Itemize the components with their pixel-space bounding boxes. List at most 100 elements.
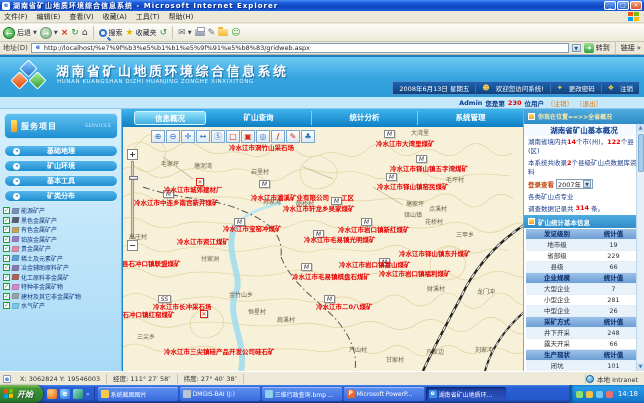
mine-marker[interactable]: M [361, 218, 372, 226]
favorites-button[interactable]: ★收藏夹 [126, 27, 157, 39]
layer-checkbox[interactable]: ✓ [3, 302, 10, 309]
map-tool-button[interactable]: ♣ [301, 130, 315, 143]
layer-checkbox[interactable]: ✓ [3, 293, 10, 300]
stop-button[interactable]: × [61, 27, 69, 39]
mine-label[interactable]: 冷水江市资江煤矿 [177, 239, 229, 246]
mine-marker[interactable]: M [259, 180, 270, 188]
mine-marker[interactable]: M [386, 173, 397, 181]
mine-marker[interactable]: M [384, 130, 395, 138]
map-canvas[interactable]: ⊕⊖✛↔Ⓢ□▣◎∕✎♣ + − MMMMMMMMMMMMSS✕✕ 毛家坪塘泥湾岩… [122, 127, 523, 371]
mine-label[interactable]: 冷水江市三尖镇硅产品开发公司硅石矿 [164, 349, 275, 356]
mine-label[interactable]: 冷水江市洞竹山采石场 [229, 145, 294, 152]
ie-launch-icon[interactable]: e [60, 389, 70, 399]
layer-checkbox[interactable]: ✓ [3, 236, 10, 243]
sidebar-category-button[interactable]: ◂ 矿山环境 [4, 160, 118, 172]
desktop-icon[interactable] [73, 389, 83, 399]
year-select[interactable]: 2007年▼ [556, 179, 593, 189]
map-tool-button[interactable]: ⊖ [166, 130, 180, 143]
mine-label[interactable]: 工区 [341, 195, 354, 202]
mine-label[interactable]: 冷水江市二0八煤矿 [316, 304, 373, 311]
layer-checkbox[interactable]: ✓ [3, 245, 10, 252]
logout-link[interactable]: 注销 [620, 83, 633, 93]
taskbar-window-button[interactable]: P Microsoft PowerP... [344, 387, 424, 401]
taskbar-window-button[interactable]: 系统截图图片 [98, 387, 178, 401]
address-dropdown[interactable]: ▼ [572, 44, 581, 52]
mine-marker[interactable]: M [324, 295, 335, 303]
mine-label[interactable]: 冷水江市轩龙乡吴家煤矿 [283, 206, 355, 213]
print-button[interactable] [195, 29, 205, 36]
admin-logout-link[interactable]: 〔注销〕 [547, 98, 573, 108]
zoom-out-button[interactable]: − [127, 240, 138, 251]
map-tool-button[interactable]: ⊕ [151, 130, 165, 143]
edit-button[interactable]: ✎ [208, 27, 216, 39]
menu-item[interactable]: 编辑(E) [37, 12, 61, 22]
mine-label[interactable]: 冷水江市大湾里煤矿 [376, 141, 435, 148]
mine-label[interactable]: 冷水江市铎山镇窑民煤矿 [377, 184, 449, 191]
mine-label[interactable]: 冷水江市毛易镇棋盘石煤矿 [292, 274, 370, 281]
network-tray-icon[interactable] [596, 391, 603, 398]
mine-label[interactable]: 冷水江市城郊建材厂 [164, 187, 223, 194]
scroll-up-arrow[interactable]: ▲ [637, 124, 644, 132]
mine-label[interactable]: 冷水江市岩口镇新红煤矿 [338, 227, 410, 234]
go-button[interactable]: ➜转到 [584, 43, 610, 53]
taskbar-window-button[interactable]: DMGIS-BAI (J:) [180, 387, 260, 401]
back-button[interactable]: ←后退▼ [3, 27, 37, 39]
sidebar-category-button[interactable]: ◂ 基础地理 [4, 145, 118, 157]
admin-exit-link[interactable]: 〔退出〕 [576, 98, 602, 108]
search-button[interactable]: 搜索 [99, 28, 123, 38]
layer-checkbox[interactable]: ✓ [3, 217, 10, 224]
map-tab[interactable]: 系统管理 [418, 111, 523, 125]
map-tool-button[interactable]: ◎ [256, 130, 270, 143]
taskbar-window-button[interactable]: e 湖南省矿山地质环... [426, 387, 506, 401]
links-menu[interactable]: 链接» [621, 43, 641, 53]
forward-dropdown[interactable]: ▼ [54, 30, 58, 36]
sidebar-category-button[interactable]: ◂ 矿类分布 [4, 190, 118, 202]
panel-scrollbar[interactable]: ▲ ▼ [636, 124, 644, 371]
menu-item[interactable]: 文件(F) [4, 12, 28, 22]
map-tool-button[interactable]: ▣ [241, 130, 255, 143]
zoom-slider-knob[interactable] [129, 176, 138, 180]
layer-checkbox[interactable]: ✓ [3, 264, 10, 271]
mine-label[interactable]: 冷水江市岩口镇福利煤矿 [379, 271, 451, 278]
refresh-button[interactable]: ↻ [71, 27, 79, 39]
antivirus-tray-icon[interactable] [576, 391, 583, 398]
mine-marker[interactable]: ✕ [200, 310, 208, 318]
mine-label[interactable]: 新化县石冲口镇联盟煤矿 [122, 261, 181, 268]
mine-label[interactable]: 冷水江市宝窑冲煤矿 [223, 226, 282, 233]
mine-label[interactable]: 冷水江市岩口镇富山煤矿 [339, 262, 411, 269]
mine-label[interactable]: 冷水江市潘溪矿业有限公司 [251, 195, 329, 202]
history-button[interactable]: ↺ [160, 27, 168, 39]
map-tab[interactable]: 矿山查询 [206, 111, 312, 125]
map-tool-button[interactable]: ✛ [181, 130, 195, 143]
mine-marker[interactable]: SS [158, 295, 171, 303]
map-tool-button[interactable]: □ [226, 130, 240, 143]
mine-label[interactable]: 冷水江市毛易镇光明煤矿 [304, 237, 376, 244]
map-tool-button[interactable]: ∕ [271, 130, 285, 143]
mine-label[interactable]: 新化县石冲口镇红窑煤矿 [122, 312, 175, 319]
zoom-in-button[interactable]: + [127, 149, 138, 160]
mine-marker[interactable]: M [301, 263, 312, 271]
maximize-button[interactable]: □ [617, 1, 629, 10]
address-input[interactable]: e http://localhost/%e7%9f%b3%e5%b1%b1%e5… [31, 43, 569, 53]
discuss-button[interactable] [218, 29, 228, 36]
map-tab[interactable]: 统计分析 [312, 111, 418, 125]
map-tool-button[interactable]: ↔ [196, 130, 210, 143]
quick-launch-icon[interactable] [47, 389, 57, 399]
minimize-button[interactable]: _ [604, 1, 616, 10]
scroll-down-arrow[interactable]: ▼ [637, 363, 644, 371]
volume-tray-icon[interactable] [606, 391, 613, 398]
messenger-button[interactable]: ☺ [231, 27, 240, 39]
taskbar-window-button[interactable]: 三维行政查询.bmp ... [262, 387, 342, 401]
scroll-thumb[interactable] [638, 134, 644, 172]
layer-checkbox[interactable]: ✓ [3, 274, 10, 281]
map-tool-button[interactable]: Ⓢ [211, 130, 225, 143]
menu-item[interactable]: 工具(T) [136, 12, 160, 22]
mine-marker[interactable]: M [416, 155, 427, 163]
sidebar-category-button[interactable]: ◂ 基本工具 [4, 175, 118, 187]
change-password-link[interactable]: 更改密码 [569, 83, 595, 93]
layer-checkbox[interactable]: ✓ [3, 283, 10, 290]
close-button[interactable]: × [630, 1, 642, 10]
layer-checkbox[interactable]: ✓ [3, 207, 10, 214]
mine-label[interactable]: 冷水江市铎山镇东升煤矿 [399, 251, 471, 258]
map-tool-button[interactable]: ✎ [286, 130, 300, 143]
